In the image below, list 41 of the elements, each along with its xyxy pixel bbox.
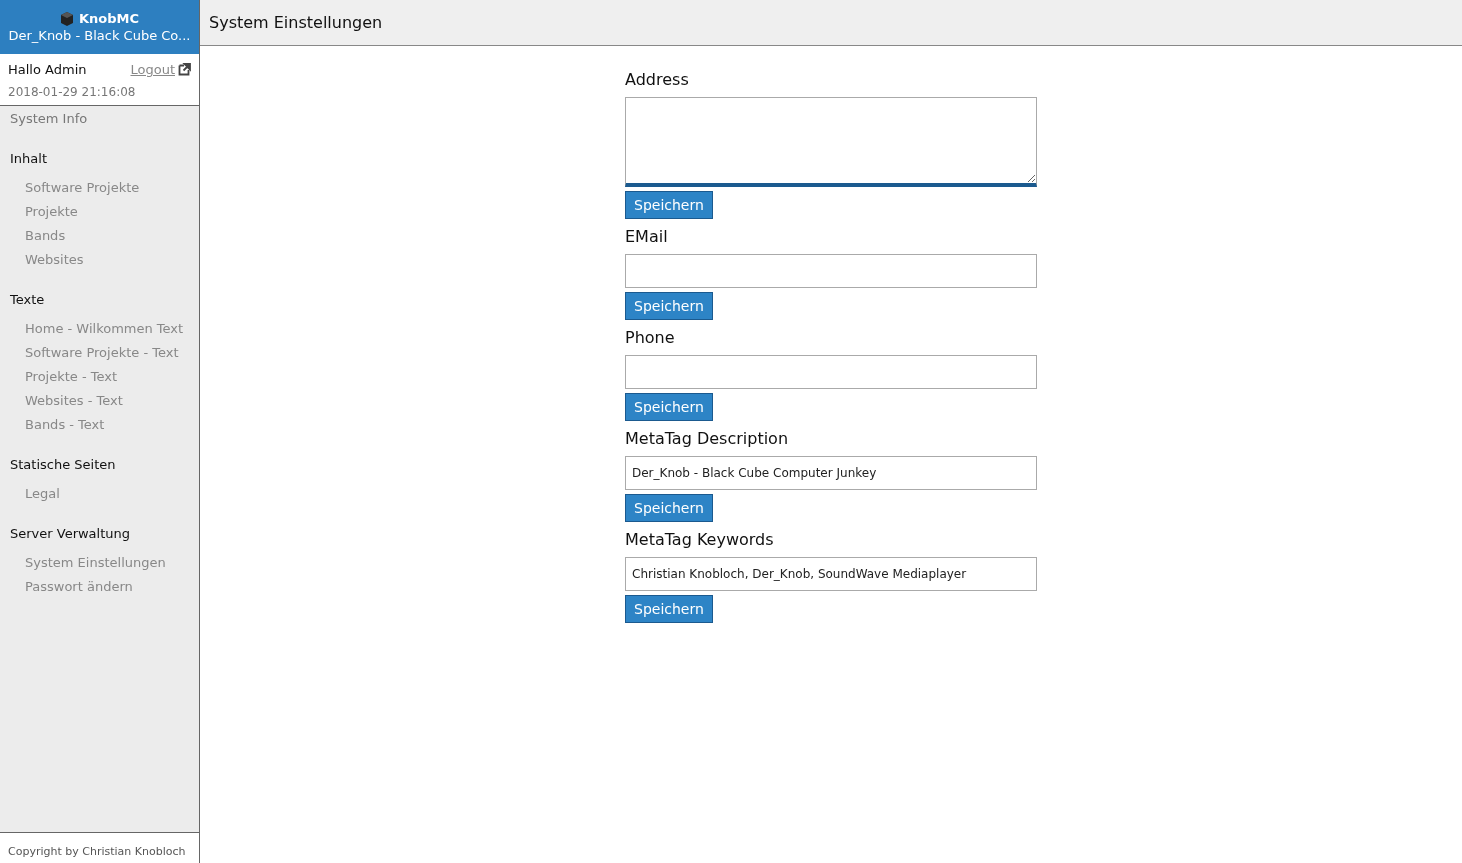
logout-link[interactable]: Logout — [130, 62, 175, 77]
field-label: EMail — [625, 227, 668, 246]
input-field[interactable] — [625, 254, 1037, 288]
brand-title: KnobMC — [78, 11, 139, 26]
save-button[interactable]: Speichern — [625, 494, 713, 522]
save-button[interactable]: Speichern — [625, 292, 713, 320]
cube-icon — [59, 11, 74, 26]
brand-subtitle: Der_Knob - Black Cube Co... — [8, 28, 191, 43]
nav-item[interactable]: Home - Wilkommen Text — [0, 317, 199, 341]
nav-section-title: Statische Seiten — [9, 456, 117, 474]
nav-item[interactable]: Projekte — [0, 200, 199, 224]
nav-item[interactable]: Legal — [0, 482, 199, 506]
save-button[interactable]: Speichern — [625, 595, 713, 623]
nav-section-title: Server Verwaltung — [9, 525, 132, 543]
nav-item[interactable]: System Einstellungen — [0, 551, 199, 575]
nav-section-title: Inhalt — [9, 150, 48, 168]
field-label: Phone — [625, 328, 675, 347]
nav-item[interactable]: Bands - Text — [0, 413, 199, 437]
greeting-text: Hallo Admin — [8, 62, 87, 77]
nav-item[interactable]: Bands — [0, 224, 199, 248]
address-field[interactable] — [625, 97, 1037, 187]
nav-item[interactable]: Websites — [0, 248, 199, 272]
field-label: MetaTag Description — [625, 429, 789, 448]
field-label: MetaTag Keywords — [625, 530, 774, 549]
page-title: System Einstellungen — [209, 13, 383, 32]
copyright-text: Copyright by Christian Knobloch — [8, 845, 186, 858]
timestamp-text: 2018-01-29 21:16:08 — [8, 85, 137, 99]
nav-item[interactable]: System Info — [0, 106, 199, 131]
nav-item[interactable]: Projekte - Text — [0, 365, 199, 389]
nav-item[interactable]: Passwort ändern — [0, 575, 199, 599]
external-link-icon — [178, 63, 191, 76]
nav-item[interactable]: Websites - Text — [0, 389, 199, 413]
field-label: Address — [625, 70, 689, 89]
nav-item[interactable]: Software Projekte — [0, 176, 199, 200]
input-field[interactable] — [625, 355, 1037, 389]
save-button[interactable]: Speichern — [625, 191, 713, 219]
input-field[interactable]: Christian Knobloch, Der_Knob, SoundWave Mediaplayer — [625, 557, 1037, 591]
save-button[interactable]: Speichern — [625, 393, 713, 421]
nav-item[interactable]: Software Projekte - Text — [0, 341, 199, 365]
input-field[interactable]: Der_Knob - Black Cube Computer Junkey — [625, 456, 1037, 490]
nav-section-title: Texte — [9, 291, 46, 309]
